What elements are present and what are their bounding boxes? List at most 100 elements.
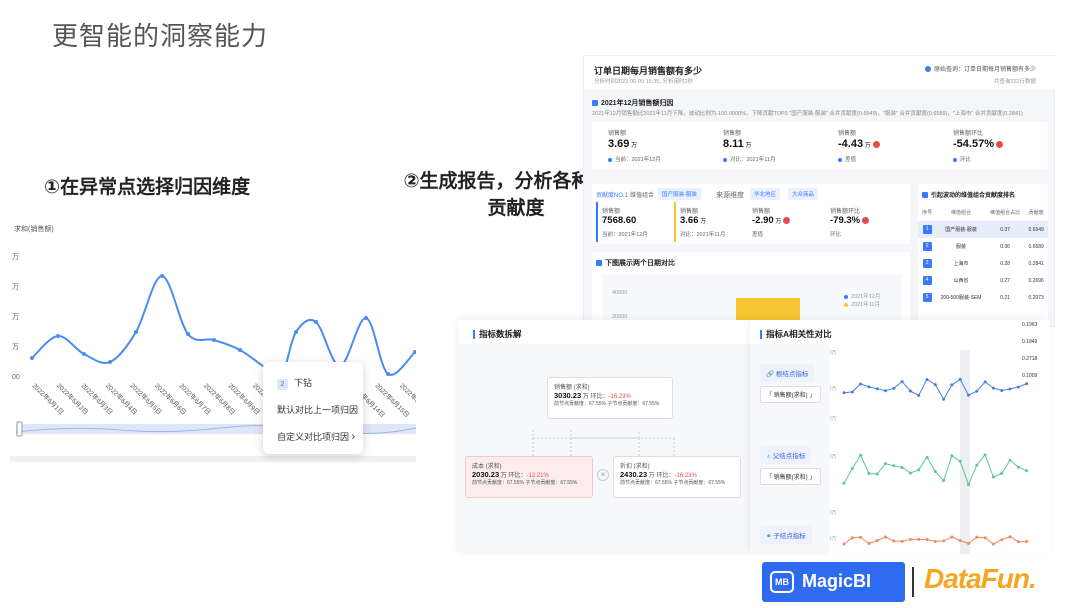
kpi2-label: 销售额 [680,209,699,215]
menu-custom-label: 自定义对比项归因 [277,432,350,442]
kpi2-card: 销售额 -2.90 万 差值 [752,202,828,242]
menu-item-default-compare[interactable]: 默认对比上一项归因 [277,403,358,416]
rank-row[interactable]: 3 上海市 0.28 0.2841 [918,255,1048,272]
data-point[interactable] [134,330,138,334]
root-contrib-1: 前节点贡献度：67.55% [554,401,606,407]
root-node[interactable]: 销售额 (求和) 3030.23 万 环比：-16.23% 前节点贡献度：67.… [547,377,673,419]
data-point[interactable] [30,356,34,360]
corr-series-line [843,378,1027,401]
legend-item: 2021年11月 [844,300,880,308]
rank-row[interactable]: 1 国产服装-服装 0.37 0.6549 [918,221,1048,238]
data-point[interactable] [212,338,216,342]
corr-point [1000,472,1004,476]
kpi2-sub: 环比 [830,232,842,238]
corr-point [1000,538,1004,542]
legend-dot [844,302,848,307]
y-tick-label: 00 [12,374,20,381]
parent-metric-button[interactable]: ♁ 父结点指标 [760,446,812,464]
section2-icon [596,260,602,267]
query-sub: 共查询222行数据 [993,79,1036,85]
corr-point [991,475,995,479]
corr-axis-label: 20万 [830,350,837,356]
corr-point [842,481,846,485]
corr-point [917,537,921,541]
rank-row[interactable]: 2 服装 0.36 0.6589 [918,238,1048,255]
data-point[interactable] [56,334,60,338]
chevron-right-icon: › [351,431,356,443]
corr-axis-label: 15万 [830,386,837,392]
root-metric-button[interactable]: 🔗 根结点指标 [760,364,815,382]
corr-point [991,542,995,546]
right-node-name: 折扣 (求和) [620,464,650,470]
corr-title: 指标A相关性对比 [760,328,832,340]
query-text: 原始查询：订单日期每月销售额有多少 [933,67,1036,73]
corr-point [942,539,946,543]
bar-axis-tick: 40000 [612,290,628,296]
kpi-value: 3.69 万 [608,138,638,150]
combo-label: 维值组合 [630,193,655,199]
kpi-value: 8.11 万 [723,138,752,150]
data-point[interactable] [294,330,298,334]
corr-point [900,539,904,543]
info-icon [924,66,931,73]
rank-cell: 0.2696 [1028,277,1044,284]
data-point[interactable] [364,316,368,320]
rank-cell: 0.28 [1000,260,1010,267]
rank-row[interactable]: 4 山西省 0.27 0.2696 [918,272,1048,289]
rank-row[interactable]: 5 200-500服装-SEM 0.21 0.2073 [918,289,1048,306]
logo-separator [912,567,914,597]
multiply-operator: × [597,469,609,481]
left-node[interactable]: 成本 (求和) 2030.23 万 环比：-12.21% 前节点贡献度：67.5… [465,456,593,498]
left-contrib-1: 前节点贡献度：67.55% [472,480,524,486]
right-node-value: 2430.23 [620,470,648,479]
corr-point [1016,465,1020,469]
dot-icon [953,157,957,162]
kpi-card: 销售额环比 -54.57% 环比 [953,122,1063,170]
combo-tag-2[interactable]: 华北地区 [750,188,781,200]
menu-item-custom-compare[interactable]: 自定义对比项归因 › [277,430,355,443]
correlation-panel: 指标A相关性对比 🔗 根结点指标 「 销售额(求和) 」 ♁ 父结点指标 「 销… [750,320,1050,554]
corr-point [850,536,854,540]
rank-cell: 5 [918,289,936,306]
corr-point [1025,539,1029,543]
section1-title: 2021年12月销售额归因 [592,98,673,108]
corr-point [983,380,987,384]
kpi2-card: 销售额 7568.60 当前：2021年12月 [596,202,672,242]
menu-item-drill[interactable]: 2 下钻 [277,376,312,390]
corr-point [867,471,871,475]
data-point[interactable] [238,348,242,352]
data-point[interactable] [160,274,164,278]
y-tick-label: 万 [12,343,19,351]
correlation-charts: 20万15万20万10万020万15万 [830,350,1029,554]
corr-point [950,535,954,539]
corr-point [1000,389,1004,393]
corr-point [1016,540,1020,544]
kpi-card: 销售额 3.69 万 当前：2021年12月 [608,122,718,170]
corr-title-label: 指标A相关性对比 [766,329,832,339]
corr-point [1008,387,1012,391]
rank-cell: 4 [918,272,936,289]
rank-icon [922,192,928,199]
combo-tag-1[interactable]: 国产服装-服装 [658,188,701,200]
legend-item: 2021年12月 [844,292,880,300]
corr-point [875,472,879,476]
y-tick-label: 万 [12,253,19,261]
data-point[interactable] [186,332,190,336]
corr-point [892,464,896,468]
kpi2-value: 7568.60 [602,215,637,226]
corr-point [917,468,921,472]
data-point[interactable] [82,352,86,356]
kpi-sub: 环比 [953,155,971,163]
range-slider-handle[interactable] [16,421,23,437]
root-contrib-2: 子节点贡献度：67.55% [607,401,660,407]
corr-point [975,463,979,467]
kpi2-sub: 当前：2021年12月 [602,232,648,238]
kpi-label: 销售额 [608,131,627,137]
data-point[interactable] [314,320,318,324]
right-node[interactable]: 折扣 (求和) 2430.23 万 环比：-16.23% 前节点贡献度：67.5… [613,456,741,498]
corr-point [892,386,896,390]
combo-tag-3[interactable]: 大众商品 [788,188,819,200]
child-metric-button[interactable]: ⚭ 子结点指标 [760,526,812,544]
data-point[interactable] [108,360,112,364]
data-point[interactable] [386,372,390,376]
